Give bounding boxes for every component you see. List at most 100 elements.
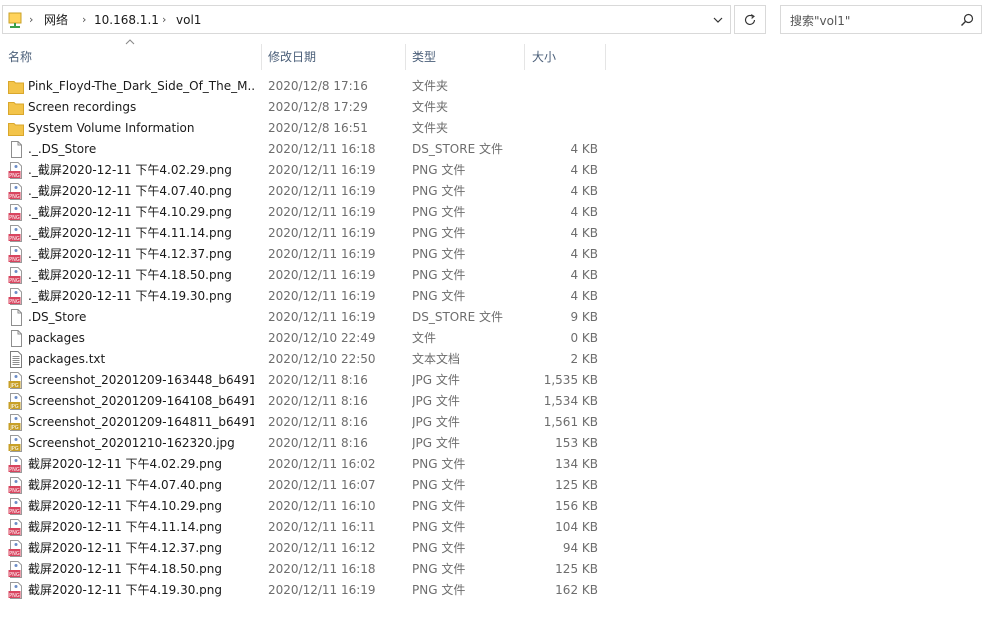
file-name[interactable]: 截屏2020-12-11 下午4.19.30.png [28, 580, 254, 601]
breadcrumb-vol1[interactable]: vol1 [176, 12, 201, 28]
file-row[interactable]: PNG 截屏2020-12-11 下午4.19.30.png 2020/12/11 … [0, 580, 985, 601]
file-row[interactable]: JPG Screenshot_20201209-164108_b6491f... 2… [0, 391, 985, 412]
file-name[interactable]: Screenshot_20201209-164108_b6491f... [28, 391, 254, 412]
folder-icon [8, 123, 24, 136]
file-row[interactable]: PNG 截屏2020-12-11 下午4.12.37.png 2020/12/11 … [0, 538, 985, 559]
file-row[interactable]: PNG ._截屏2020-12-11 下午4.18.50.png 2020/12/1… [0, 265, 985, 286]
file-row[interactable]: PNG 截屏2020-12-11 下午4.02.29.png 2020/12/11 … [0, 454, 985, 475]
file-size: 4 KB [570, 289, 598, 303]
file-name[interactable]: 截屏2020-12-11 下午4.07.40.png [28, 475, 254, 496]
file-row[interactable]: System Volume Information 2020/12/8 16:51… [0, 118, 985, 139]
file-name[interactable]: .DS_Store [28, 307, 254, 328]
png-file-icon: PNG [8, 540, 22, 557]
file-name[interactable]: Screenshot_20201209-163448_b6491f... [28, 370, 254, 391]
column-header-date[interactable]: 修改日期 [268, 44, 402, 70]
column-divider[interactable] [605, 44, 606, 70]
file-modified-date: 2020/12/11 16:19 [268, 583, 376, 597]
file-row[interactable]: PNG 截屏2020-12-11 下午4.18.50.png 2020/12/11 … [0, 559, 985, 580]
file-type: PNG 文件 [412, 205, 466, 219]
file-name[interactable]: Screenshot_20201210-162320.jpg [28, 433, 254, 454]
file-size: 9 KB [570, 310, 598, 324]
file-row[interactable]: packages.txt 2020/12/10 22:50 文本文档 2 KB [0, 349, 985, 370]
png-file-icon: PNG [8, 477, 22, 494]
file-row[interactable]: PNG ._截屏2020-12-11 下午4.11.14.png 2020/12/1… [0, 223, 985, 244]
file-name[interactable]: 截屏2020-12-11 下午4.11.14.png [28, 517, 254, 538]
column-header-type[interactable]: 类型 [412, 44, 520, 70]
column-divider[interactable] [524, 44, 525, 70]
svg-text:PNG: PNG [9, 593, 20, 599]
png-file-icon: PNG [8, 225, 22, 242]
file-name[interactable]: ._.DS_Store [28, 139, 254, 160]
file-type: DS_STORE 文件 [412, 142, 503, 156]
column-divider[interactable] [261, 44, 262, 70]
file-name[interactable]: ._截屏2020-12-11 下午4.19.30.png [28, 286, 254, 307]
file-name[interactable]: System Volume Information [28, 118, 254, 139]
file-name[interactable]: ._截屏2020-12-11 下午4.02.29.png [28, 160, 254, 181]
search-icon[interactable] [959, 12, 975, 28]
file-row[interactable]: PNG ._截屏2020-12-11 下午4.19.30.png 2020/12/1… [0, 286, 985, 307]
file-row[interactable]: JPG Screenshot_20201210-162320.jpg 2020/12… [0, 433, 985, 454]
chevron-right-icon[interactable]: › [162, 12, 166, 28]
breadcrumb-network[interactable]: 网络 [44, 12, 68, 28]
file-size: 1,561 KB [543, 415, 598, 429]
file-name[interactable]: packages.txt [28, 349, 254, 370]
file-name[interactable]: packages [28, 328, 254, 349]
svg-text:JPG: JPG [9, 446, 18, 452]
column-divider[interactable] [405, 44, 406, 70]
file-type: PNG 文件 [412, 247, 466, 261]
file-size: 125 KB [555, 478, 598, 492]
file-row[interactable]: Screen recordings 2020/12/8 17:29 文件夹 [0, 97, 985, 118]
file-name[interactable]: 截屏2020-12-11 下午4.10.29.png [28, 496, 254, 517]
file-row[interactable]: JPG Screenshot_20201209-163448_b6491f... 2… [0, 370, 985, 391]
refresh-button[interactable] [734, 5, 766, 34]
breadcrumb-host[interactable]: 10.168.1.1 [94, 12, 159, 28]
svg-text:PNG: PNG [9, 572, 20, 578]
jpg-file-icon: JPG [8, 372, 22, 389]
text-file-icon [10, 351, 22, 368]
file-name[interactable]: ._截屏2020-12-11 下午4.11.14.png [28, 223, 254, 244]
chevron-right-icon[interactable]: › [29, 12, 33, 28]
svg-text:PNG: PNG [9, 488, 20, 494]
file-row[interactable]: PNG 截屏2020-12-11 下午4.10.29.png 2020/12/11 … [0, 496, 985, 517]
file-name[interactable]: Screen recordings [28, 97, 254, 118]
file-row[interactable]: .DS_Store 2020/12/11 16:19 DS_STORE 文件 9 KB [0, 307, 985, 328]
file-name[interactable]: ._截屏2020-12-11 下午4.10.29.png [28, 202, 254, 223]
address-bar[interactable]: › 网络 › 10.168.1.1 › vol1 [2, 5, 731, 34]
file-row[interactable]: PNG ._截屏2020-12-11 下午4.07.40.png 2020/12/1… [0, 181, 985, 202]
file-name[interactable]: Pink_Floyd-The_Dark_Side_Of_The_M... [28, 76, 254, 97]
file-name[interactable]: ._截屏2020-12-11 下午4.18.50.png [28, 265, 254, 286]
column-header-name[interactable]: 名称 [8, 44, 258, 70]
file-row[interactable]: PNG 截屏2020-12-11 下午4.11.14.png 2020/12/11 … [0, 517, 985, 538]
file-size: 2 KB [570, 352, 598, 366]
file-row[interactable]: PNG 截屏2020-12-11 下午4.07.40.png 2020/12/11 … [0, 475, 985, 496]
file-name[interactable]: 截屏2020-12-11 下午4.12.37.png [28, 538, 254, 559]
file-size: 125 KB [555, 562, 598, 576]
file-name[interactable]: 截屏2020-12-11 下午4.02.29.png [28, 454, 254, 475]
svg-text:PNG: PNG [9, 509, 20, 515]
column-header-size[interactable]: 大小 [532, 44, 602, 70]
file-name[interactable]: ._截屏2020-12-11 下午4.07.40.png [28, 181, 254, 202]
file-name[interactable]: Screenshot_20201209-164811_b6491f... [28, 412, 254, 433]
file-row[interactable]: JPG Screenshot_20201209-164811_b6491f... 2… [0, 412, 985, 433]
file-size: 4 KB [570, 142, 598, 156]
file-type: PNG 文件 [412, 562, 466, 576]
file-row[interactable]: PNG ._截屏2020-12-11 下午4.10.29.png 2020/12/1… [0, 202, 985, 223]
file-row[interactable]: ._.DS_Store 2020/12/11 16:18 DS_STORE 文件 4 … [0, 139, 985, 160]
file-size: 104 KB [555, 520, 598, 534]
address-history-dropdown-button[interactable] [707, 7, 729, 32]
file-row[interactable]: Pink_Floyd-The_Dark_Side_Of_The_M... 2020… [0, 76, 985, 97]
file-row[interactable]: PNG ._截屏2020-12-11 下午4.12.37.png 2020/12/1… [0, 244, 985, 265]
file-name[interactable]: ._截屏2020-12-11 下午4.12.37.png [28, 244, 254, 265]
svg-text:PNG: PNG [9, 194, 20, 200]
chevron-right-icon[interactable]: › [82, 12, 86, 28]
file-type: PNG 文件 [412, 541, 466, 555]
file-type: PNG 文件 [412, 163, 466, 177]
svg-text:PNG: PNG [9, 278, 20, 284]
file-row[interactable]: packages 2020/12/10 22:49 文件 0 KB [0, 328, 985, 349]
file-name[interactable]: 截屏2020-12-11 下午4.18.50.png [28, 559, 254, 580]
jpg-file-icon: JPG [8, 393, 22, 410]
file-row[interactable]: PNG ._截屏2020-12-11 下午4.02.29.png 2020/12/1… [0, 160, 985, 181]
search-box[interactable]: 搜索"vol1" [780, 5, 982, 34]
blank-file-icon [11, 141, 22, 158]
file-modified-date: 2020/12/11 8:16 [268, 373, 368, 387]
